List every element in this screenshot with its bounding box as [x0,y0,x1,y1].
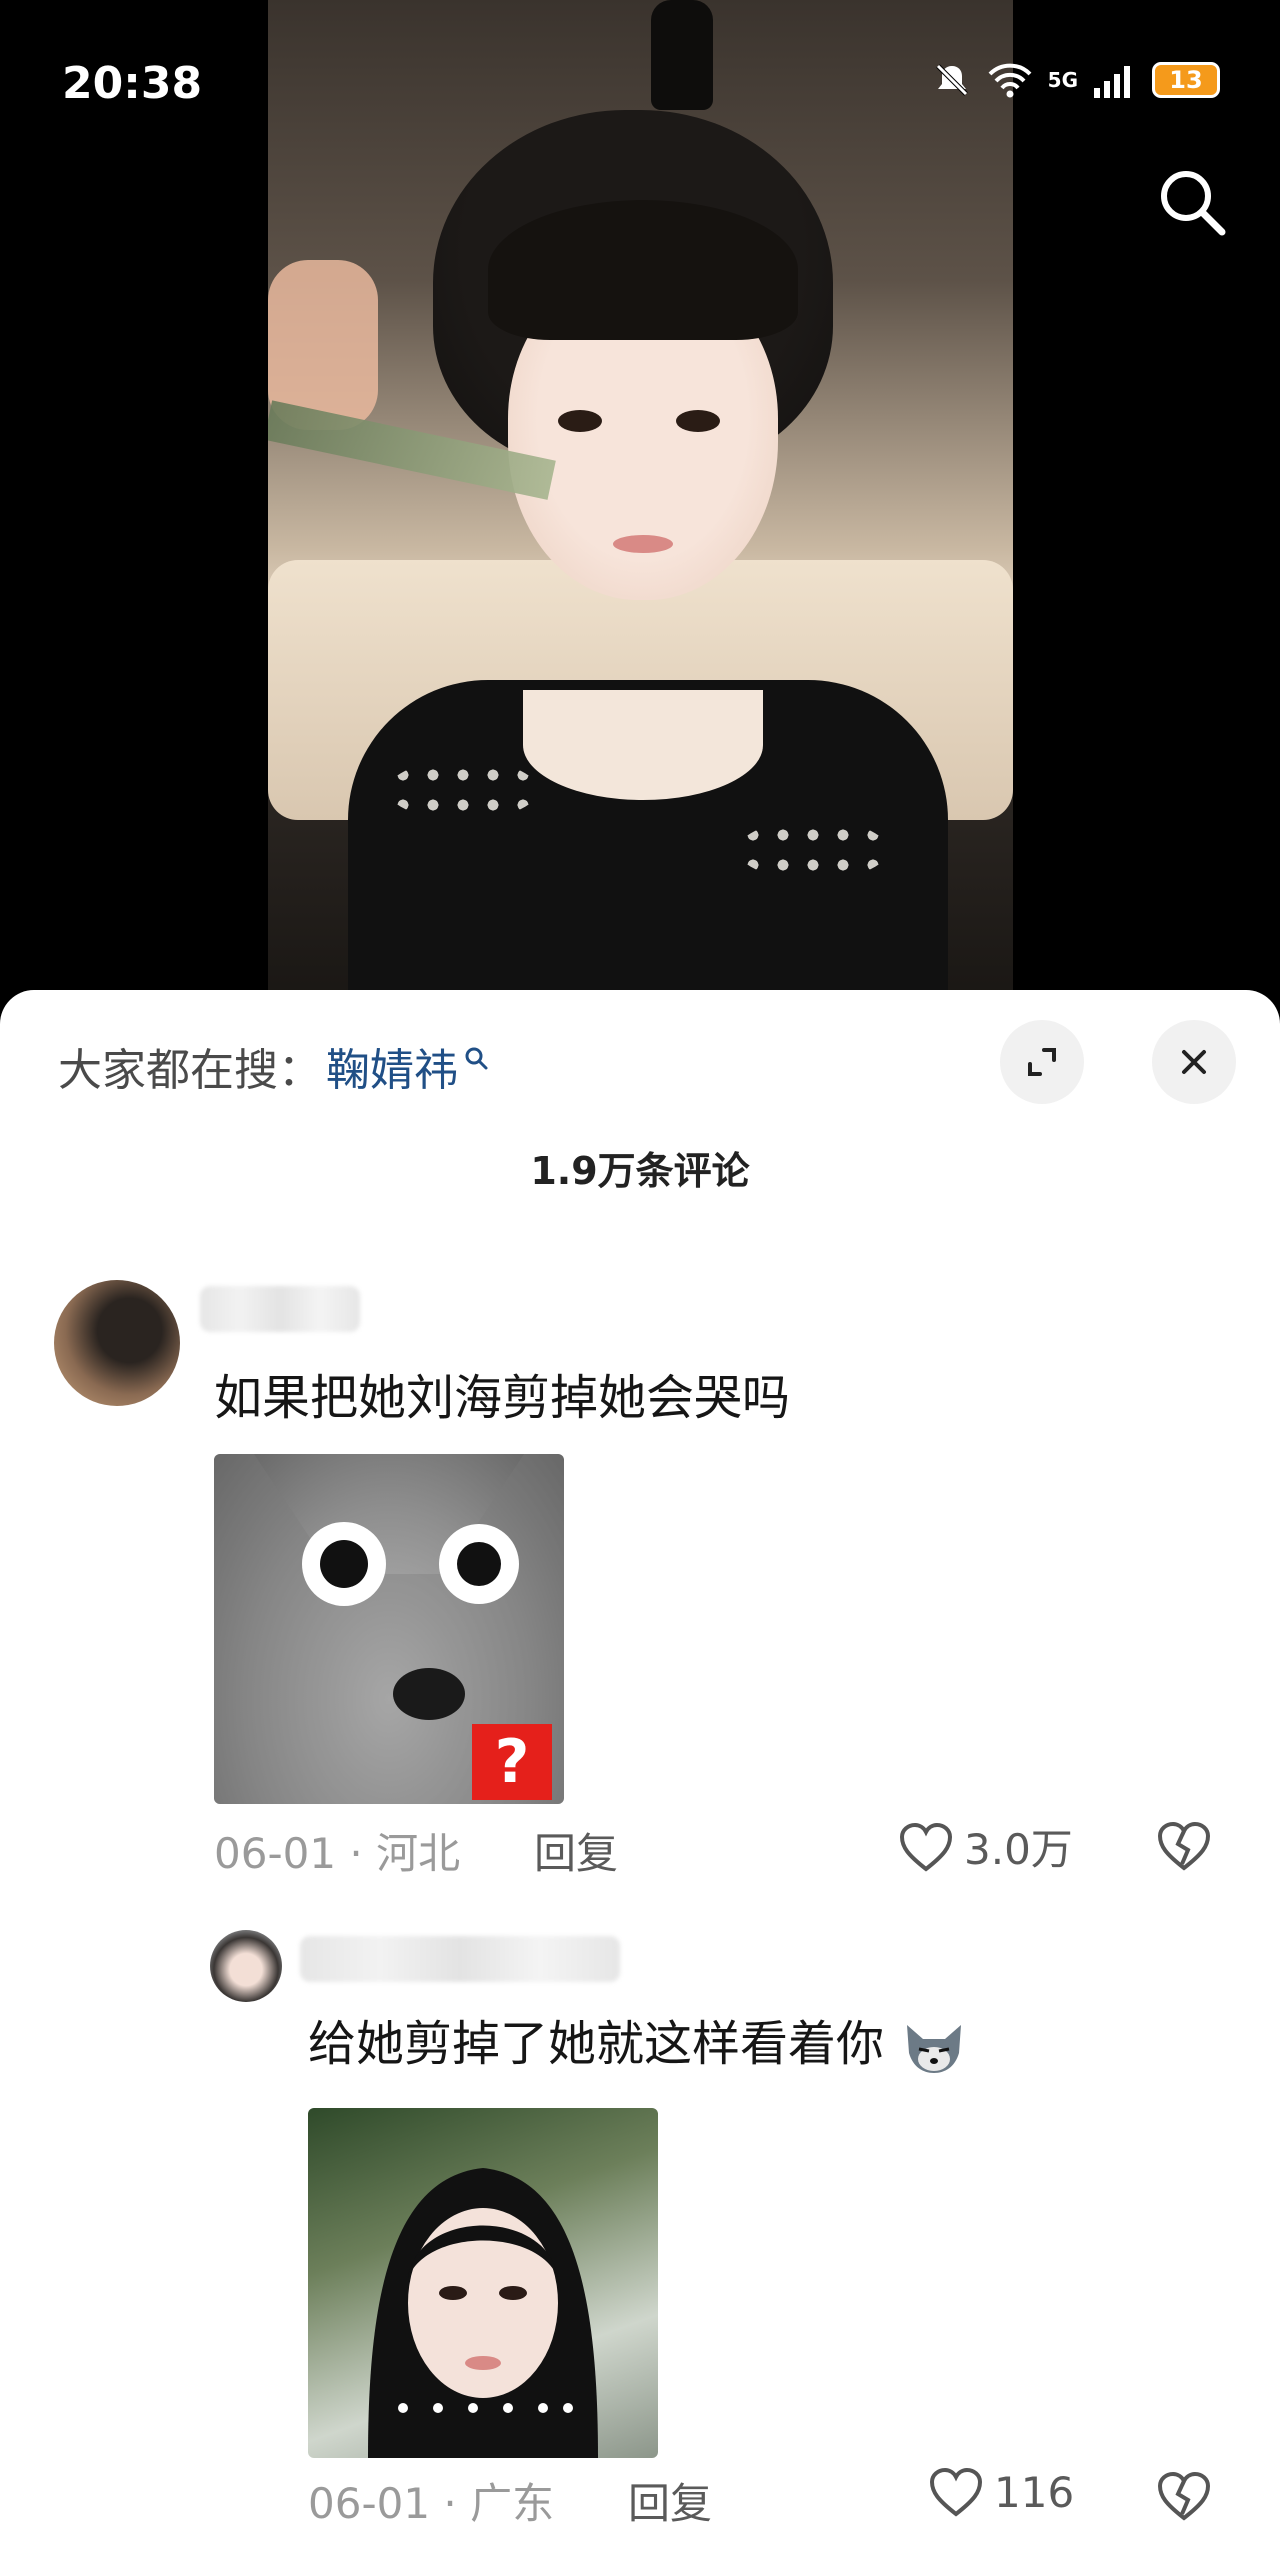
username-blurred[interactable] [200,1286,360,1332]
mute-bell-icon [935,64,968,96]
username-blurred[interactable] [300,1936,620,1982]
search-button[interactable] [1152,162,1232,242]
reply-text: 给她剪掉了她就这样看着你 [308,2004,965,2075]
battery-indicator: 13 [1152,62,1220,98]
dislike-button[interactable] [1156,2470,1212,2526]
small-search-icon [465,1047,488,1070]
like-count: 3.0万 [964,1825,1073,1874]
reply-date: 06-01 [308,2479,431,2528]
comment-image[interactable]: ? [214,1454,564,1804]
meta-separator: · [443,2479,471,2528]
comment-location: 河北 [376,1829,461,1878]
reply-button[interactable]: 回复 [534,1820,618,1881]
video-lips [613,535,673,553]
status-bar: 20:38 5G 13 [0,0,1280,170]
meta-separator: · [349,1829,377,1878]
dislike-button[interactable] [1156,1820,1212,1876]
video-bangs [488,200,798,340]
comment-count: 1.9万条评论 [530,1149,750,1193]
reply-text-content: 给她剪掉了她就这样看着你 [308,2016,885,2072]
question-badge: ? [472,1724,552,1800]
video-embroidery [738,820,888,880]
avatar[interactable] [210,1930,282,2002]
reply-image[interactable] [308,2108,658,2458]
search-icon [1161,171,1226,236]
like-button[interactable]: 116 [928,2466,1074,2518]
broken-heart-icon [1157,1821,1211,1871]
network-type-label: 5G [1047,68,1078,92]
comment-date: 06-01 [214,1829,337,1878]
video-embroidery [388,760,538,820]
comment-sheet: 大家都在搜： 鞠婧祎 1.9万条评论 如果把她刘海剪掉她会哭吗 ? 06-01 … [0,990,1280,2560]
video-eye-left [558,410,602,432]
portrait-illustration [368,2168,598,2458]
heart-icon [929,2467,983,2517]
like-count: 116 [994,2467,1075,2517]
close-icon [1182,1050,1206,1074]
status-time: 20:38 [62,58,203,109]
fox-emoji-icon [907,2025,962,2073]
expand-button[interactable] [1000,1020,1084,1104]
signal-icon [1094,66,1130,98]
wifi-icon [988,63,1032,98]
trending-search-hint[interactable]: 大家都在搜： 鞠婧祎 [58,1034,492,1098]
comment-meta: 06-01 · 河北 [214,1820,460,1881]
reply-button[interactable]: 回复 [628,2470,712,2531]
close-button[interactable] [1152,1020,1236,1104]
heart-icon [899,1822,953,1872]
like-button[interactable]: 3.0万 [898,1816,1073,1877]
avatar[interactable] [54,1280,180,1406]
video-collar [523,690,763,800]
reply-location: 广东 [470,2479,555,2528]
status-icons: 5G 13 [932,60,1220,100]
reply-meta: 06-01 · 广东 [308,2470,554,2531]
trending-search-prefix: 大家都在搜： [58,1045,322,1096]
trending-search-keyword[interactable]: 鞠婧祎 [326,1034,458,1098]
broken-heart-icon [1157,2471,1211,2521]
expand-icon [1028,1048,1056,1076]
comment-text: 如果把她刘海剪掉她会哭吗 [214,1370,791,1426]
video-eye-right [676,410,720,432]
